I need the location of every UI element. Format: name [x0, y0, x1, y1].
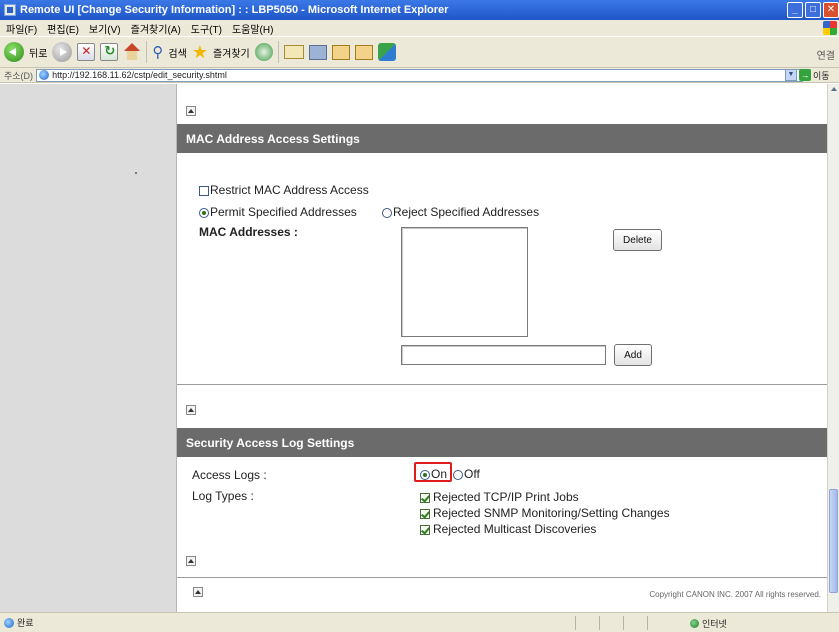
- reject-addresses-label: Reject Specified Addresses: [393, 205, 540, 219]
- go-label: 이동: [813, 70, 830, 81]
- mail-icon[interactable]: [283, 45, 304, 59]
- copyright-text: Copyright CANON INC. 2007 All rights res…: [649, 590, 821, 599]
- back-icon[interactable]: [4, 42, 24, 62]
- status-cell: [647, 616, 671, 630]
- rejected-snmp-checkbox[interactable]: [420, 509, 430, 519]
- status-bar: 완료 인터넷: [0, 612, 839, 632]
- menu-view[interactable]: 보기(V): [89, 21, 121, 36]
- left-navigation-panel: [0, 84, 177, 612]
- links-label[interactable]: 연결: [817, 47, 835, 62]
- window-controls: _ □ ✕: [787, 2, 839, 18]
- page-icon: [39, 70, 50, 80]
- edit-icon[interactable]: [331, 44, 350, 60]
- security-zone: 인터넷: [690, 617, 727, 630]
- back-to-top-icon[interactable]: [186, 405, 196, 415]
- restrict-mac-label: Restrict MAC Address Access: [210, 183, 369, 197]
- status-cell: [623, 616, 647, 630]
- address-dropdown-icon[interactable]: ▼: [785, 69, 797, 81]
- status-cell: [575, 616, 599, 630]
- vertical-scrollbar[interactable]: [827, 84, 839, 612]
- forward-icon[interactable]: [52, 42, 73, 62]
- zone-label: 인터넷: [702, 619, 727, 629]
- maximize-button[interactable]: □: [805, 2, 821, 18]
- page-status-icon: [4, 617, 14, 628]
- mac-address-input[interactable]: [401, 345, 606, 365]
- minimize-button[interactable]: _: [787, 2, 803, 18]
- access-logs-off-radio[interactable]: [453, 470, 463, 480]
- back-to-top-icon[interactable]: [193, 587, 203, 597]
- add-button[interactable]: Add: [614, 344, 652, 366]
- delete-button[interactable]: Delete: [613, 229, 662, 251]
- scrollbar-thumb[interactable]: [829, 489, 838, 593]
- scroll-up-icon[interactable]: [831, 87, 837, 91]
- mac-address-list[interactable]: [401, 227, 528, 337]
- search-icon[interactable]: ⚲: [152, 43, 163, 61]
- rejected-snmp-label: Rejected SNMP Monitoring/Setting Changes: [433, 506, 670, 520]
- browser-toolbar: 뒤로 ⚲ 검색 ★ 즐겨찾기 연결: [0, 36, 839, 68]
- address-input[interactable]: http://192.168.11.62/cstp/edit_security.…: [36, 68, 803, 82]
- mac-section-header: MAC Address Access Settings: [177, 124, 827, 153]
- section-divider: [177, 384, 827, 385]
- menu-help[interactable]: 도움말(H): [232, 21, 273, 36]
- nav-marker: [135, 172, 137, 174]
- rejected-tcpip-checkbox[interactable]: [420, 493, 430, 503]
- go-arrow-icon: →: [799, 69, 811, 81]
- rejected-tcpip-label: Rejected TCP/IP Print Jobs: [433, 490, 579, 504]
- back-to-top-icon[interactable]: [186, 106, 196, 116]
- access-logs-on-radio[interactable]: [420, 470, 430, 480]
- search-button-label[interactable]: 검색: [168, 45, 186, 60]
- go-button[interactable]: → 이동: [799, 68, 837, 82]
- internet-zone-icon: [690, 619, 699, 628]
- messenger-icon[interactable]: [377, 43, 396, 61]
- window-title-bar[interactable]: Remote UI [Change Security Information] …: [0, 0, 839, 20]
- access-logs-label: Access Logs :: [192, 468, 267, 482]
- page-viewport: MAC Address Access Settings Restrict MAC…: [0, 84, 827, 612]
- log-types-label: Log Types :: [192, 489, 254, 503]
- ie-app-icon: [4, 4, 16, 16]
- address-label: 주소(D): [4, 70, 34, 81]
- mac-addresses-label: MAC Addresses :: [199, 225, 298, 239]
- toolbar-separator: [277, 41, 279, 63]
- log-section-header: Security Access Log Settings: [177, 428, 827, 457]
- window-title: Remote UI [Change Security Information] …: [20, 4, 449, 16]
- status-cell: [599, 616, 623, 630]
- status-text: 완료: [17, 618, 34, 628]
- menu-favorites[interactable]: 즐겨찾기(A): [131, 21, 181, 36]
- access-logs-on-label: On: [431, 467, 448, 481]
- folder-icon[interactable]: [354, 44, 373, 60]
- history-icon[interactable]: [254, 43, 273, 61]
- favorites-button-label[interactable]: 즐겨찾기: [213, 45, 250, 60]
- menu-edit[interactable]: 편집(E): [47, 21, 79, 36]
- favorites-icon[interactable]: ★: [192, 42, 208, 63]
- windows-logo-icon: [823, 21, 837, 35]
- menu-bar: 파일(F) 편집(E) 보기(V) 즐겨찾기(A) 도구(T) 도움말(H): [0, 20, 839, 36]
- stop-icon[interactable]: [77, 43, 96, 61]
- permit-addresses-radio[interactable]: [199, 208, 209, 218]
- back-to-top-icon[interactable]: [186, 556, 196, 566]
- access-logs-off-label: Off: [464, 467, 480, 481]
- section-divider: [177, 577, 827, 578]
- back-button-label[interactable]: 뒤로: [29, 45, 47, 60]
- rejected-multicast-label: Rejected Multicast Discoveries: [433, 522, 597, 536]
- rejected-multicast-checkbox[interactable]: [420, 525, 430, 535]
- menu-tools[interactable]: 도구(T): [191, 21, 222, 36]
- close-button[interactable]: ✕: [823, 2, 839, 18]
- home-icon[interactable]: [123, 43, 141, 61]
- toolbar-separator: [146, 41, 148, 63]
- status-cells: [575, 616, 671, 630]
- refresh-icon[interactable]: [100, 43, 119, 61]
- security-settings-content: MAC Address Access Settings Restrict MAC…: [177, 84, 827, 612]
- address-url: http://192.168.11.62/cstp/edit_security.…: [52, 70, 227, 80]
- reject-addresses-radio[interactable]: [382, 208, 392, 218]
- restrict-mac-checkbox[interactable]: [199, 186, 209, 196]
- menu-file[interactable]: 파일(F): [6, 21, 37, 36]
- address-bar: 주소(D) http://192.168.11.62/cstp/edit_sec…: [0, 68, 839, 83]
- permit-addresses-label: Permit Specified Addresses: [210, 205, 357, 219]
- print-icon[interactable]: [308, 44, 327, 60]
